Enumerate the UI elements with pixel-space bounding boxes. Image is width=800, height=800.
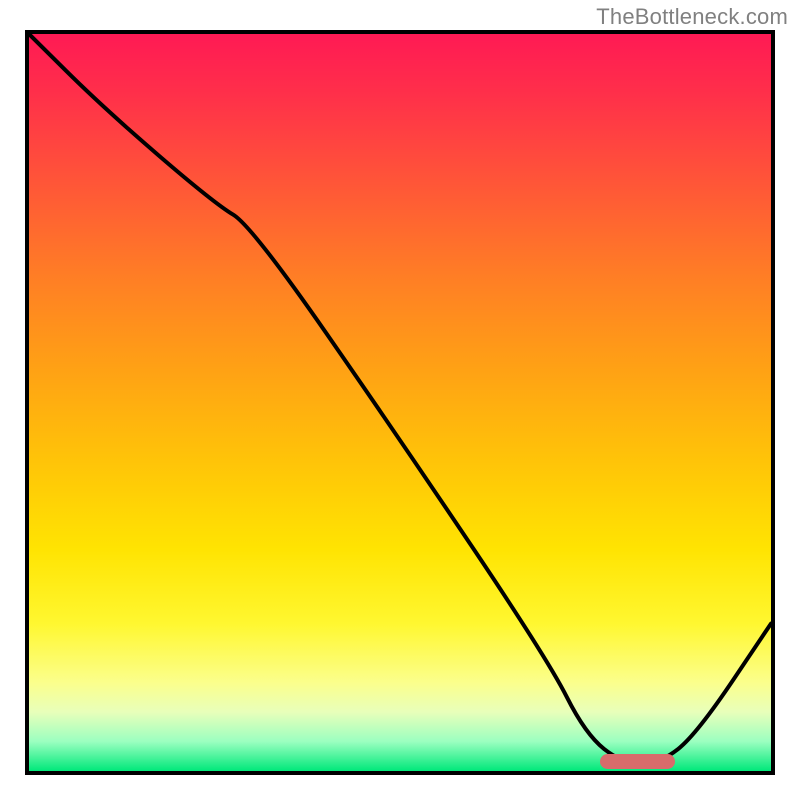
plot-area [25,30,775,775]
bottleneck-curve [29,34,771,771]
attribution-text: TheBottleneck.com [596,4,788,30]
chart-container: TheBottleneck.com [0,0,800,800]
optimal-marker [600,754,674,769]
curve-path [29,34,771,764]
